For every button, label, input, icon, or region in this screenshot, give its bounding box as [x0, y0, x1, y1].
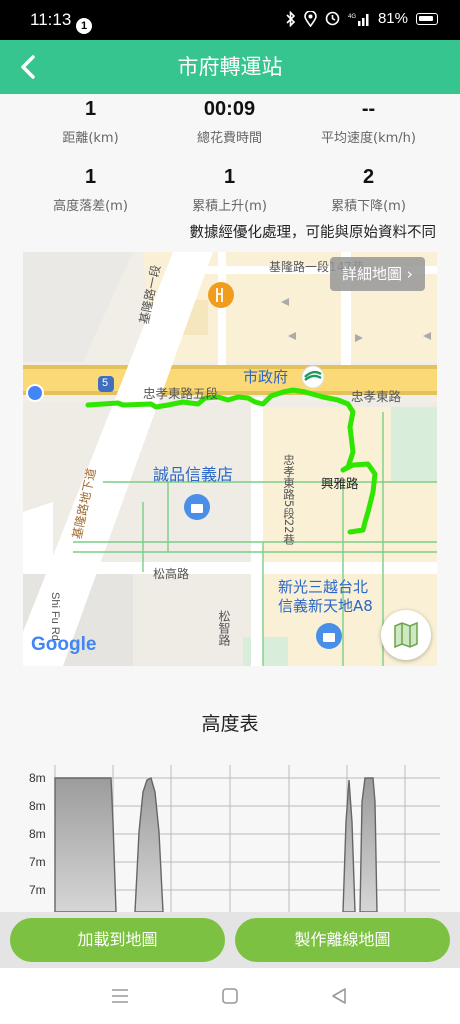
map-icon [394, 621, 418, 649]
route-map[interactable]: 5 基隆路一段147巷 基隆路一段 基隆路地下道 忠孝東路五段 市政府 忠孝東路… [23, 252, 437, 666]
alarm-icon [325, 11, 340, 26]
status-time: 11:13 [30, 10, 72, 29]
page-title: 市府轉運站 [177, 55, 283, 79]
label-xingya: 興雅路 [321, 476, 359, 491]
label-zhongxiao: 忠孝東路 [351, 389, 402, 404]
svg-text:4G: 4G [348, 14, 356, 20]
elevation-y-label: 8m [29, 799, 46, 813]
elevation-y-label: 8m [29, 771, 46, 785]
stat-ascent: 1 累積上升(m) [153, 166, 306, 214]
system-nav-bar [0, 968, 460, 1024]
stat-label: 高度落差(m) [53, 199, 128, 214]
offline-map-button[interactable]: 製作離線地圖 [235, 918, 450, 962]
label-a8: 信義新天地A8 [278, 597, 373, 615]
detail-map-button[interactable]: 詳細地圖 › [330, 257, 425, 291]
label-songgao: 松高路 [153, 567, 190, 581]
elevation-y-label: 8m [29, 827, 46, 841]
status-icons: 4G 81% [286, 10, 438, 27]
stat-value: 2 [362, 166, 375, 188]
app-header: 市府轉運站 [0, 40, 460, 94]
stat-value: 1 [84, 166, 97, 188]
google-logo: Google [31, 634, 97, 655]
stat-distance: 1 距離(km) [14, 98, 167, 146]
elevation-title: 高度表 [201, 713, 259, 735]
map-canvas [23, 252, 437, 666]
signal-icon: 4G [348, 13, 369, 26]
back-arrow-icon[interactable] [12, 50, 46, 84]
bluetooth-icon [286, 10, 296, 27]
elevation-y-label: 7m [29, 883, 46, 897]
stat-value: 1 [84, 98, 97, 120]
stat-value: 00:09 [203, 98, 256, 120]
elevation-plot [54, 765, 440, 913]
stat-descent: 2 累積下降(m) [292, 166, 445, 214]
stat-label: 累積上升(m) [192, 199, 267, 214]
action-bar: 加載到地圖 製作離線地圖 [0, 912, 460, 968]
stat-value: -- [361, 98, 376, 120]
battery-percent: 81% [377, 10, 408, 27]
stat-avg-speed: -- 平均速度(km/h) [292, 98, 445, 146]
stat-elevation-diff: 1 高度落差(m) [14, 166, 167, 214]
menu-icon[interactable] [111, 988, 129, 1004]
label-shin-kong: 新光三越台北 [278, 578, 369, 596]
back-icon[interactable] [330, 987, 348, 1005]
stat-label: 平均速度(km/h) [321, 131, 416, 146]
battery-icon [416, 12, 438, 25]
status-bar: 11:13 1 4G 81% [0, 0, 460, 40]
label-route-5: 5 [102, 377, 109, 389]
label-zhongxiao-5: 忠孝東路五段 [143, 386, 219, 401]
stat-label: 總花費時間 [196, 131, 262, 146]
label-eslite: 誠品信義店 [153, 465, 234, 484]
label-city-hall: 市政府 [243, 368, 289, 386]
notification-badge: 1 [76, 18, 92, 34]
location-icon [304, 10, 317, 27]
label-songzhi: 松智路 [217, 610, 231, 646]
elevation-chart: 8m 8m 8m 7m 7m [25, 762, 445, 913]
stat-duration: 00:09 總花費時間 [153, 98, 306, 146]
stat-label: 累積下降(m) [331, 199, 406, 214]
stat-label: 距離(km) [62, 131, 119, 146]
home-icon[interactable] [221, 987, 239, 1005]
optimization-note: 數據經優化處理，可能與原始資料不同 [189, 225, 437, 241]
load-to-map-button[interactable]: 加載到地圖 [10, 918, 225, 962]
stat-value: 1 [223, 166, 236, 188]
elevation-y-label: 7m [29, 855, 46, 869]
map-layer-button[interactable] [381, 610, 431, 660]
label-zhongxiao-lane22: 忠孝東路5段22巷 [282, 454, 296, 545]
